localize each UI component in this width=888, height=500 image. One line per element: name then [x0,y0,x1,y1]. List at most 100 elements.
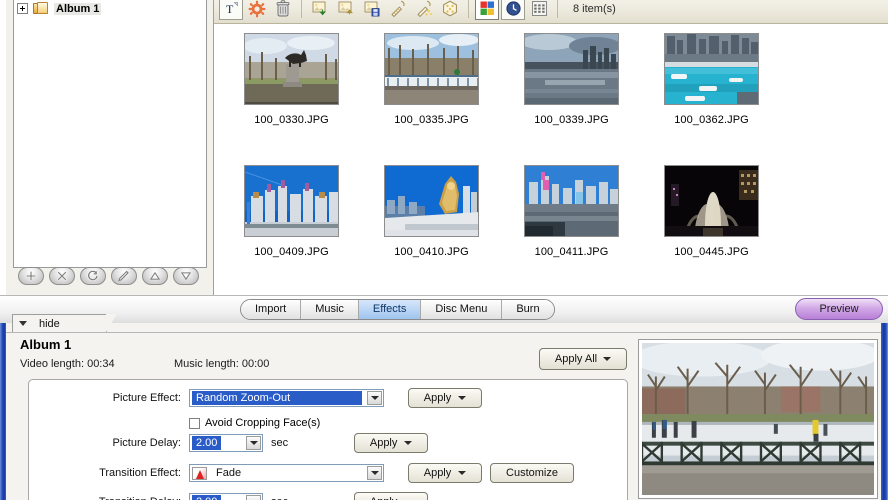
rename-album-button[interactable] [111,267,137,285]
picture-effect-label: Picture Effect: [112,392,181,404]
thumbnail-caption: 100_0362.JPG [674,114,749,126]
picture-delay-unit: sec [271,437,289,449]
thumbnail-item[interactable]: 100_0410.JPG [354,165,509,258]
apply-all-button[interactable]: Apply All [539,348,627,370]
transition-delay-select[interactable]: 2.00 [189,493,263,500]
add-album-button[interactable] [18,267,44,285]
expand-plus-icon[interactable] [17,3,28,14]
transition-delay-label: Transition Delay: [29,496,189,500]
thumbnail-caption: 100_0410.JPG [394,246,469,258]
shuffle-button[interactable] [438,0,462,20]
picture-delay-select[interactable]: 2.00 [189,434,263,452]
thumbnail-image[interactable] [384,165,479,237]
chevron-down-icon [19,321,27,326]
thumbnail-item[interactable]: 100_0409.JPG [214,165,369,258]
chevron-down-icon [603,357,612,361]
tab-effects[interactable]: Effects [358,300,422,319]
apply-picture-effect-button[interactable]: Apply [408,388,482,408]
album-tree-list[interactable]: Album 1 [13,0,207,268]
save-photo-button[interactable] [360,0,384,20]
enhance-photo-button[interactable] [412,0,436,20]
thumbnail-item[interactable]: 100_0411.JPG [494,165,649,258]
move-down-button[interactable] [173,267,199,285]
thumbnail-caption: 100_0445.JPG [674,246,749,258]
thumbnail-image[interactable] [664,165,759,237]
picture-effect-select[interactable]: Random Zoom-Out [189,389,384,407]
chevron-down-icon [458,396,467,400]
thumbnail-grid: 100_0330.JPG 100_0335.JPG 100_0339.JPG 1… [214,25,888,295]
thumbnail-image[interactable] [244,165,339,237]
transition-effect-row: Transition Effect: Fade Apply Customize [29,463,629,483]
chevron-down-icon[interactable] [246,436,261,450]
avoid-cropping-row: Avoid Cropping Face(s) [189,413,320,433]
tab-burn[interactable]: Burn [502,300,554,319]
thumbnail-image[interactable] [244,33,339,105]
chevron-down-icon[interactable] [246,495,261,500]
import-photo-button[interactable] [308,0,332,20]
avoid-cropping-checkbox[interactable] [189,417,200,429]
thumbnail-item[interactable]: 100_0330.JPG [214,33,369,126]
move-up-button[interactable] [142,267,168,285]
transition-effect-value: Fade [216,467,242,479]
detail-view-button[interactable] [527,0,551,20]
effects-panel: hide Album 1 Video length: 00:34 Music l… [6,314,881,500]
tree-item-album-1[interactable]: Album 1 [14,0,206,17]
thumbnail-image[interactable] [384,33,479,105]
export-photo-button[interactable] [334,0,358,20]
panel-top-rule [6,332,881,333]
music-length-label: Music length: 00:00 [174,358,270,370]
customize-button[interactable]: Customize [490,463,574,483]
preview-button[interactable]: Preview [795,298,883,320]
apply-picture-delay-button[interactable]: Apply [354,433,429,453]
transition-effect-label: Transition Effect: [99,467,181,479]
application-window: Album 1 T 8 item(s) 100_0330.JPG 100_033… [0,0,888,500]
apply-transition-effect-button[interactable]: Apply [408,463,482,483]
timeline-view-button[interactable] [501,0,525,20]
apply-label: Apply [370,496,398,500]
album-tree-panel: Album 1 [6,0,213,295]
apply-label: Apply [423,467,452,479]
refresh-album-button[interactable] [80,267,106,285]
thumbnail-item[interactable]: 100_0445.JPG [634,165,789,258]
transition-delay-row: Transition Delay: 2.00 sec Apply [29,492,629,500]
thumbnail-view-button[interactable] [475,0,499,20]
preview-image[interactable] [642,343,874,495]
mode-tabstrip: Import Music Effects Disc Menu Burn Prev… [0,295,888,323]
tab-import[interactable]: Import [241,300,302,319]
add-text-button[interactable]: T [219,0,243,20]
chevron-down-icon [404,441,413,445]
thumbnail-caption: 100_0330.JPG [254,114,329,126]
customize-label: Customize [506,467,558,479]
delete-button[interactable] [271,0,295,20]
apply-label: Apply [423,392,452,404]
chevron-down-icon[interactable] [367,391,382,405]
thumbnail-item[interactable]: 100_0339.JPG [494,33,649,126]
chevron-down-icon[interactable] [367,466,382,480]
effects-form: Picture Effect: Random Zoom-Out Apply Av… [28,379,628,500]
fade-transition-icon [192,466,207,480]
thumbnail-caption: 100_0335.JPG [394,114,469,126]
thumbnail-image[interactable] [664,33,759,105]
thumbnail-image[interactable] [524,33,619,105]
thumbnail-caption: 100_0411.JPG [534,246,609,258]
photo-toolbar: T 8 item(s) [214,0,888,24]
chevron-down-icon [458,471,467,475]
transition-delay-unit: sec [271,496,288,500]
thumbnail-item[interactable]: 100_0362.JPG [634,33,789,126]
edit-photo-button[interactable] [386,0,410,20]
picture-delay-label: Picture Delay: [112,437,181,449]
apply-transition-delay-button[interactable]: Apply [354,492,429,500]
transition-effect-select[interactable]: Fade [189,464,384,482]
delete-album-button[interactable] [49,267,75,285]
picture-delay-row: Picture Delay: 2.00 sec Apply [29,433,629,453]
tab-disc-menu[interactable]: Disc Menu [421,300,503,319]
thumbnail-item[interactable]: 100_0335.JPG [354,33,509,126]
transition-delay-value: 2.00 [192,495,222,500]
hide-panel-toggle[interactable]: hide [12,314,117,332]
picture-effect-row: Picture Effect: Random Zoom-Out Apply [29,388,629,408]
tab-music[interactable]: Music [301,300,359,319]
toolbar-separator [301,0,302,18]
thumbnail-image[interactable] [524,165,619,237]
settings-button[interactable] [245,0,269,20]
toolbar-separator [468,0,469,18]
